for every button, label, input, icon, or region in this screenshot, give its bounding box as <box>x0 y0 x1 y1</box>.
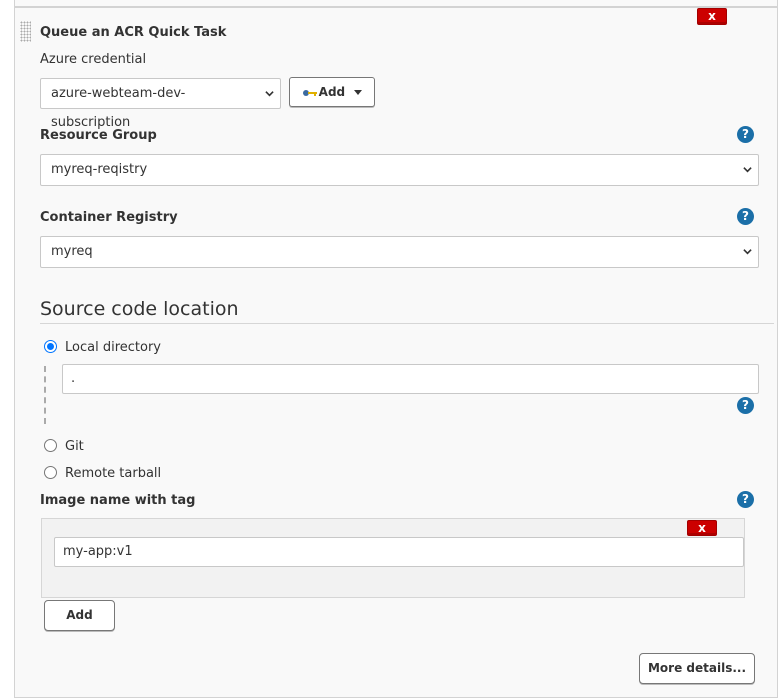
container-registry-label: Container Registry <box>40 210 178 225</box>
chevron-down-icon <box>265 91 274 97</box>
source-section-title: Source code location <box>40 298 239 320</box>
delete-image-button[interactable]: x <box>687 520 717 536</box>
step-title: Queue an ACR Quick Task <box>40 25 227 40</box>
add-credential-button[interactable]: Add <box>289 77 375 107</box>
image-name-repeatable: x my-app:v1 <box>41 518 745 598</box>
container-registry-value: myreq <box>51 244 93 259</box>
drag-handle-icon[interactable] <box>20 21 31 42</box>
chevron-down-icon <box>743 167 752 173</box>
resource-group-label: Resource Group <box>40 128 157 143</box>
azure-credential-label: Azure credential <box>40 52 147 67</box>
git-radio[interactable] <box>44 439 57 452</box>
remote-tarball-label: Remote tarball <box>65 466 162 481</box>
resource-group-value: myreq-reqistry <box>51 162 148 177</box>
resource-group-help-icon[interactable]: ? <box>737 126 754 143</box>
key-icon <box>302 88 318 98</box>
azure-credential-value: azure-webteam-dev-subscription <box>51 86 186 130</box>
remote-tarball-radio[interactable] <box>44 466 57 479</box>
local-directory-help-icon[interactable]: ? <box>737 397 754 414</box>
image-name-help-icon[interactable]: ? <box>737 491 754 508</box>
add-credential-label: Add <box>318 85 346 99</box>
section-divider <box>40 323 774 324</box>
azure-credential-select[interactable]: azure-webteam-dev-subscription <box>40 78 281 130</box>
local-directory-radio[interactable] <box>44 340 57 353</box>
chevron-down-icon <box>743 249 752 255</box>
resource-group-select[interactable]: myreq-reqistry <box>40 154 759 186</box>
caret-down-icon <box>354 90 363 95</box>
nested-indent-line <box>44 366 46 424</box>
image-name-input[interactable]: my-app:v1 <box>54 537 744 567</box>
git-label: Git <box>65 439 84 454</box>
delete-step-button[interactable]: x <box>697 8 727 25</box>
local-directory-value: . <box>71 371 76 386</box>
image-name-label: Image name with tag <box>40 493 196 508</box>
container-registry-select[interactable]: myreq <box>40 236 759 268</box>
more-details-button[interactable]: More details... <box>639 653 755 684</box>
add-image-button[interactable]: Add <box>44 600 115 631</box>
image-name-value: my-app:v1 <box>63 544 133 559</box>
container-registry-help-icon[interactable]: ? <box>737 208 754 225</box>
local-directory-label: Local directory <box>65 340 161 355</box>
local-directory-input[interactable]: . <box>62 364 759 394</box>
acr-quick-task-step: Queue an ACR Quick Task x Azure credenti… <box>14 7 778 698</box>
previous-step-bottom <box>14 0 778 7</box>
